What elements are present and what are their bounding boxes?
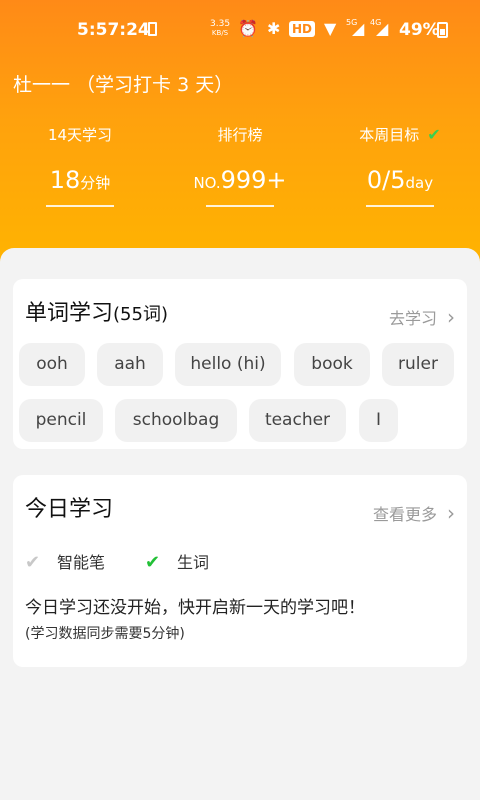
stat-number: 999+ — [220, 166, 287, 194]
wifi-icon: ▼ — [324, 19, 337, 38]
stat-label: 排行榜 — [217, 126, 263, 144]
go-study-button[interactable]: 去学习 › — [389, 305, 455, 329]
stat-unit: 分钟 — [80, 174, 111, 192]
network-speed: 3.35 KB/S — [210, 20, 230, 38]
signal-icon: ◢ — [352, 19, 365, 38]
status-time: 5:57:24 — [77, 20, 150, 40]
stat-value: 0/5day — [325, 164, 475, 199]
stat-underline — [46, 205, 114, 207]
today-status-message: 今日学习还没开始，快开启新一天的学习吧！ — [25, 598, 365, 618]
vocab-card-title: 单词学习(55词) — [23, 295, 168, 327]
filter-smart-pen[interactable]: ✔ 智能笔 — [25, 549, 105, 573]
sim-icon — [148, 22, 157, 36]
today-card-title: 今日学习 — [23, 491, 115, 523]
stat-weekly-goal[interactable]: 本周目标 ✔ 0/5day — [325, 124, 475, 207]
stat-number: 18 — [49, 166, 81, 194]
word-chip[interactable]: aah — [97, 343, 163, 386]
bluetooth-icon: ✱ — [267, 19, 281, 38]
go-study-label: 去学习 — [388, 309, 437, 328]
view-more-button[interactable]: 查看更多 › — [373, 501, 455, 525]
view-more-label: 查看更多 — [372, 505, 437, 524]
vocab-count: (55词) — [113, 304, 168, 325]
check-icon: ✔ — [427, 125, 441, 144]
today-title-text: 今日学习 — [23, 491, 115, 523]
chevron-right-icon: › — [447, 305, 455, 329]
hd-icon: HD — [289, 21, 316, 37]
checked-icon: ✔ — [145, 552, 161, 573]
battery-percent: 49% — [399, 20, 440, 40]
vocab-card: 单词学习(55词) 去学习 › ooh aah hello (hi) book r… — [13, 279, 467, 449]
filter-new-words[interactable]: ✔ 生词 — [145, 549, 209, 573]
stat-value: 18分钟 — [5, 164, 155, 199]
alarm-icon: ⏰ — [238, 19, 258, 38]
vocab-title-text: 单词学习 — [23, 295, 115, 327]
stat-unit: day — [405, 174, 434, 192]
word-chip[interactable]: schoolbag — [115, 399, 237, 442]
stat-prefix: NO. — [193, 174, 221, 192]
stat-number: 0/5 — [366, 166, 406, 194]
stat-underline — [206, 205, 274, 207]
word-chip[interactable]: teacher — [249, 399, 346, 442]
stat-study-time[interactable]: 14天学习 18分钟 — [5, 124, 155, 207]
stats-row: 14天学习 18分钟 排行榜 NO.999+ 本周目标 ✔ 0/5day — [0, 124, 480, 214]
status-bar: 5:57:24 3.35 KB/S ⏰ ✱ HD ▼ 5G ◢ 4G ◢ 49% — [0, 0, 480, 60]
user-checkin-line[interactable]: 杜一一 （学习打卡 3 天） — [13, 70, 233, 97]
filter-label: 生词 — [177, 553, 210, 572]
filter-label: 智能笔 — [57, 553, 106, 572]
network-speed-value: 3.35 — [210, 19, 231, 29]
stat-label: 14天学习 — [47, 126, 113, 144]
chevron-right-icon: › — [447, 501, 455, 525]
unchecked-icon: ✔ — [25, 552, 41, 573]
word-chip[interactable]: pencil — [19, 399, 103, 442]
signal-icon-2: ◢ — [376, 19, 389, 38]
today-card: 今日学习 查看更多 › ✔ 智能笔 ✔ 生词 今日学习还没开始，快开启新一天的学习吧！… — [13, 475, 467, 667]
word-chip[interactable]: ruler — [382, 343, 454, 386]
today-sync-note: (学习数据同步需要5分钟) — [25, 626, 185, 642]
word-chip[interactable]: ooh — [19, 343, 85, 386]
stat-ranking[interactable]: 排行榜 NO.999+ — [165, 124, 315, 207]
word-chip[interactable]: I — [359, 399, 398, 442]
word-chip[interactable]: book — [294, 343, 370, 386]
stat-label-text: 本周目标 — [359, 126, 420, 144]
network-speed-unit: KB/S — [211, 29, 229, 37]
stat-underline — [366, 205, 434, 207]
word-chip[interactable]: hello (hi) — [175, 343, 281, 386]
stat-label: 本周目标 ✔ — [325, 124, 475, 146]
stat-value: NO.999+ — [165, 164, 315, 199]
battery-icon — [437, 22, 448, 38]
